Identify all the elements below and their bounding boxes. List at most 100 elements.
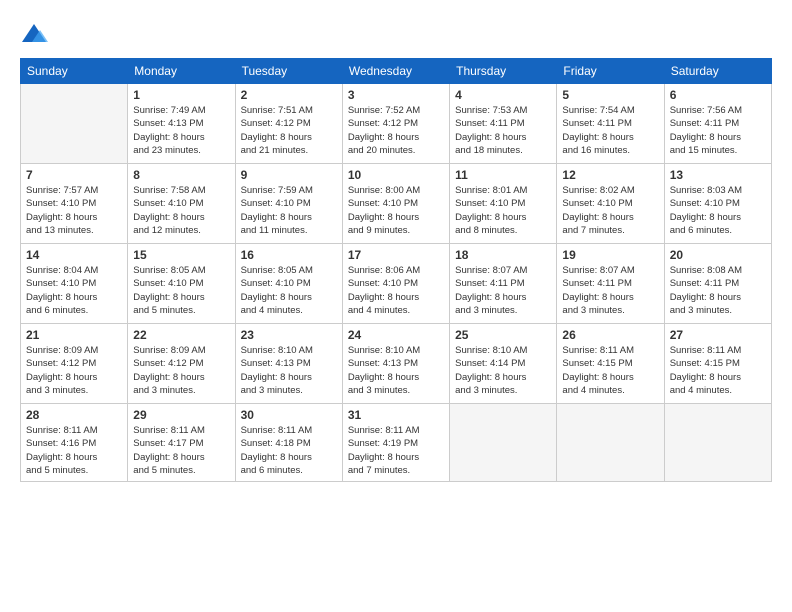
- day-info: Sunrise: 7:51 AM Sunset: 4:12 PM Dayligh…: [241, 104, 337, 157]
- day-info: Sunrise: 8:01 AM Sunset: 4:10 PM Dayligh…: [455, 184, 551, 237]
- calendar-cell: 16Sunrise: 8:05 AM Sunset: 4:10 PM Dayli…: [235, 244, 342, 324]
- calendar-cell: 31 Sunrise: 8:11 AM Sunset: 4:19 PM Dayli…: [342, 404, 449, 482]
- day-number: 1: [133, 88, 229, 102]
- day-info: Sunrise: 8:03 AM Sunset: 4:10 PM Dayligh…: [670, 184, 766, 237]
- calendar-cell: 25 Sunrise: 8:10 AM Sunset: 4:14 PM Dayli…: [450, 324, 557, 404]
- calendar-week-row: 14 Sunrise: 8:04 AM Sunset: 4:10 PM Dayli…: [21, 244, 772, 324]
- calendar-cell: 12 Sunrise: 8:02 AM Sunset: 4:10 PM Dayli…: [557, 164, 664, 244]
- calendar-cell: 15 Sunrise: 8:05 AM Sunset: 4:10 PM Dayli…: [128, 244, 235, 324]
- day-info: Sunrise: 8:00 AM Sunset: 4:10 PM Dayligh…: [348, 184, 444, 237]
- calendar-cell: 3 Sunrise: 7:52 AM Sunset: 4:12 PM Daylig…: [342, 84, 449, 164]
- day-number: 12: [562, 168, 658, 182]
- calendar-cell: 17Sunrise: 8:06 AM Sunset: 4:10 PM Dayli…: [342, 244, 449, 324]
- calendar-cell: 26 Sunrise: 8:11 AM Sunset: 4:15 PM Dayli…: [557, 324, 664, 404]
- calendar-week-row: 21 Sunrise: 8:09 AM Sunset: 4:12 PM Dayli…: [21, 324, 772, 404]
- calendar-cell: 6 Sunrise: 7:56 AM Sunset: 4:11 PM Daylig…: [664, 84, 771, 164]
- day-number: 20: [670, 248, 766, 262]
- weekday-header-saturday: Saturday: [664, 59, 771, 84]
- day-number: 18: [455, 248, 551, 262]
- day-number: 6: [670, 88, 766, 102]
- day-number: 4: [455, 88, 551, 102]
- day-number: 28: [26, 408, 122, 422]
- day-number: 16: [241, 248, 337, 262]
- day-info: Sunrise: 8:09 AM Sunset: 4:12 PM Dayligh…: [26, 344, 122, 397]
- day-info: Sunrise: 8:05 AM Sunset: 4:10 PM Dayligh…: [133, 264, 229, 317]
- day-number: 3: [348, 88, 444, 102]
- logo-icon: [20, 20, 48, 48]
- day-info: Sunrise: 8:10 AM Sunset: 4:14 PM Dayligh…: [455, 344, 551, 397]
- day-number: 21: [26, 328, 122, 342]
- day-info: Sunrise: 8:06 AM Sunset: 4:10 PM Dayligh…: [348, 264, 444, 317]
- day-info: Sunrise: 7:59 AM Sunset: 4:10 PM Dayligh…: [241, 184, 337, 237]
- calendar-cell: 9Sunrise: 7:59 AM Sunset: 4:10 PM Daylig…: [235, 164, 342, 244]
- calendar-cell: 23Sunrise: 8:10 AM Sunset: 4:13 PM Dayli…: [235, 324, 342, 404]
- day-number: 13: [670, 168, 766, 182]
- day-number: 19: [562, 248, 658, 262]
- day-info: Sunrise: 8:04 AM Sunset: 4:10 PM Dayligh…: [26, 264, 122, 317]
- day-info: Sunrise: 8:02 AM Sunset: 4:10 PM Dayligh…: [562, 184, 658, 237]
- day-number: 30: [241, 408, 337, 422]
- page: SundayMondayTuesdayWednesdayThursdayFrid…: [0, 0, 792, 612]
- day-info: Sunrise: 7:53 AM Sunset: 4:11 PM Dayligh…: [455, 104, 551, 157]
- day-info: Sunrise: 8:08 AM Sunset: 4:11 PM Dayligh…: [670, 264, 766, 317]
- logo: [20, 18, 52, 48]
- day-info: Sunrise: 8:09 AM Sunset: 4:12 PM Dayligh…: [133, 344, 229, 397]
- day-info: Sunrise: 7:57 AM Sunset: 4:10 PM Dayligh…: [26, 184, 122, 237]
- calendar-cell: 11 Sunrise: 8:01 AM Sunset: 4:10 PM Dayli…: [450, 164, 557, 244]
- calendar-week-row: 1 Sunrise: 7:49 AM Sunset: 4:13 PM Daylig…: [21, 84, 772, 164]
- calendar-cell: 4 Sunrise: 7:53 AM Sunset: 4:11 PM Daylig…: [450, 84, 557, 164]
- day-info: Sunrise: 8:11 AM Sunset: 4:16 PM Dayligh…: [26, 424, 122, 477]
- day-number: 31: [348, 408, 444, 422]
- day-number: 5: [562, 88, 658, 102]
- weekday-header-tuesday: Tuesday: [235, 59, 342, 84]
- calendar-cell: 20 Sunrise: 8:08 AM Sunset: 4:11 PM Dayli…: [664, 244, 771, 324]
- day-info: Sunrise: 8:11 AM Sunset: 4:17 PM Dayligh…: [133, 424, 229, 477]
- weekday-header-friday: Friday: [557, 59, 664, 84]
- weekday-header-monday: Monday: [128, 59, 235, 84]
- day-info: Sunrise: 7:58 AM Sunset: 4:10 PM Dayligh…: [133, 184, 229, 237]
- calendar-cell: [557, 404, 664, 482]
- day-info: Sunrise: 7:54 AM Sunset: 4:11 PM Dayligh…: [562, 104, 658, 157]
- day-info: Sunrise: 8:11 AM Sunset: 4:18 PM Dayligh…: [241, 424, 337, 477]
- day-info: Sunrise: 7:56 AM Sunset: 4:11 PM Dayligh…: [670, 104, 766, 157]
- day-number: 11: [455, 168, 551, 182]
- calendar-cell: [450, 404, 557, 482]
- day-number: 2: [241, 88, 337, 102]
- day-info: Sunrise: 8:11 AM Sunset: 4:15 PM Dayligh…: [562, 344, 658, 397]
- day-info: Sunrise: 8:11 AM Sunset: 4:19 PM Dayligh…: [348, 424, 444, 477]
- weekday-header-thursday: Thursday: [450, 59, 557, 84]
- day-info: Sunrise: 8:11 AM Sunset: 4:15 PM Dayligh…: [670, 344, 766, 397]
- day-number: 24: [348, 328, 444, 342]
- calendar-cell: 22Sunrise: 8:09 AM Sunset: 4:12 PM Dayli…: [128, 324, 235, 404]
- day-number: 14: [26, 248, 122, 262]
- calendar-cell: 27 Sunrise: 8:11 AM Sunset: 4:15 PM Dayli…: [664, 324, 771, 404]
- day-number: 25: [455, 328, 551, 342]
- calendar-cell: 13 Sunrise: 8:03 AM Sunset: 4:10 PM Dayli…: [664, 164, 771, 244]
- day-number: 26: [562, 328, 658, 342]
- calendar-cell: [21, 84, 128, 164]
- day-info: Sunrise: 7:52 AM Sunset: 4:12 PM Dayligh…: [348, 104, 444, 157]
- calendar-week-row: 28 Sunrise: 8:11 AM Sunset: 4:16 PM Dayli…: [21, 404, 772, 482]
- calendar-table: SundayMondayTuesdayWednesdayThursdayFrid…: [20, 58, 772, 482]
- day-number: 15: [133, 248, 229, 262]
- calendar-cell: 30 Sunrise: 8:11 AM Sunset: 4:18 PM Dayli…: [235, 404, 342, 482]
- day-info: Sunrise: 8:10 AM Sunset: 4:13 PM Dayligh…: [241, 344, 337, 397]
- day-info: Sunrise: 8:10 AM Sunset: 4:13 PM Dayligh…: [348, 344, 444, 397]
- calendar-cell: 28 Sunrise: 8:11 AM Sunset: 4:16 PM Dayli…: [21, 404, 128, 482]
- calendar-cell: 14 Sunrise: 8:04 AM Sunset: 4:10 PM Dayli…: [21, 244, 128, 324]
- header: [20, 18, 772, 48]
- day-number: 8: [133, 168, 229, 182]
- day-info: Sunrise: 7:49 AM Sunset: 4:13 PM Dayligh…: [133, 104, 229, 157]
- calendar-cell: [664, 404, 771, 482]
- day-number: 27: [670, 328, 766, 342]
- calendar-cell: 29 Sunrise: 8:11 AM Sunset: 4:17 PM Dayli…: [128, 404, 235, 482]
- day-number: 29: [133, 408, 229, 422]
- calendar-week-row: 7Sunrise: 7:57 AM Sunset: 4:10 PM Daylig…: [21, 164, 772, 244]
- calendar-cell: 24 Sunrise: 8:10 AM Sunset: 4:13 PM Dayli…: [342, 324, 449, 404]
- day-info: Sunrise: 8:07 AM Sunset: 4:11 PM Dayligh…: [562, 264, 658, 317]
- calendar-cell: 21 Sunrise: 8:09 AM Sunset: 4:12 PM Dayli…: [21, 324, 128, 404]
- calendar-cell: 19 Sunrise: 8:07 AM Sunset: 4:11 PM Dayli…: [557, 244, 664, 324]
- weekday-header-row: SundayMondayTuesdayWednesdayThursdayFrid…: [21, 59, 772, 84]
- day-number: 10: [348, 168, 444, 182]
- weekday-header-sunday: Sunday: [21, 59, 128, 84]
